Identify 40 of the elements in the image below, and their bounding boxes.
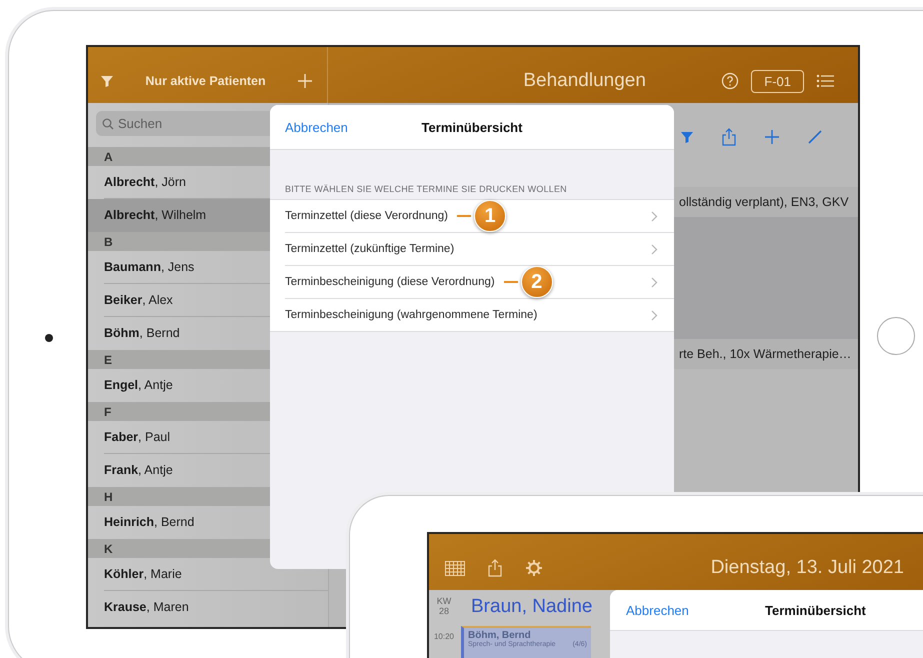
help-icon[interactable] (721, 72, 740, 90)
callout-badge: 2 (520, 266, 553, 298)
dialog-title: Terminübersicht (765, 602, 866, 618)
dialog-title: Terminübersicht (422, 120, 522, 134)
option-row[interactable]: Terminbescheinigung (diese Verordnung) 2 (270, 266, 674, 299)
filter-icon[interactable] (680, 130, 694, 144)
section-label: BITTE WÄHLEN SIE WELCHE TERMINE SIE DRUCKEN WOLLEN (284, 184, 568, 196)
option-label: Terminbescheinigung (diese Verordnung) (285, 276, 495, 288)
calendar-grid-icon[interactable] (445, 560, 465, 576)
option-label: Terminbescheinigung (wahrgenommene Termine) (285, 309, 538, 321)
home-button[interactable] (877, 317, 915, 355)
option-row[interactable]: Terminbescheinigung (wahrgenommene Termine) (270, 299, 674, 331)
leader-line (457, 215, 471, 217)
device-badge-button[interactable]: F-01 (751, 70, 804, 92)
callout-badge: 1 (474, 200, 506, 232)
camera-dot (45, 334, 53, 342)
patient-row[interactable]: Köhler, Marie (88, 558, 328, 591)
leader-line (504, 281, 518, 283)
appointment-patient: Böhm, Bernd (468, 630, 531, 641)
chevron-icon (651, 310, 658, 320)
week-label: KW (436, 596, 452, 606)
plus-icon[interactable] (764, 129, 780, 145)
cancel-button[interactable]: Abbrechen (626, 602, 689, 618)
therapist-name: Braun, Nadine (470, 595, 592, 619)
settings-icon[interactable] (525, 559, 543, 577)
share-icon[interactable] (721, 128, 737, 146)
list-icon[interactable] (816, 73, 834, 89)
chevron-icon (651, 244, 658, 254)
patient-row[interactable]: Krause, Maren (88, 591, 328, 624)
chevron-icon (651, 276, 658, 288)
search-icon (102, 118, 114, 130)
time-label: 10:20 (434, 632, 454, 641)
share-icon[interactable] (487, 559, 503, 577)
date-title: Dienstag, 13. Juli 2021 (710, 557, 904, 579)
chevron-icon (651, 210, 658, 222)
pencil-icon[interactable] (807, 129, 823, 145)
week-number: 28 (438, 606, 449, 616)
screen-title: Behandlungen (522, 70, 647, 92)
patient-row[interactable]: Faber, Paul (88, 421, 328, 454)
filter-icon[interactable] (100, 74, 114, 88)
